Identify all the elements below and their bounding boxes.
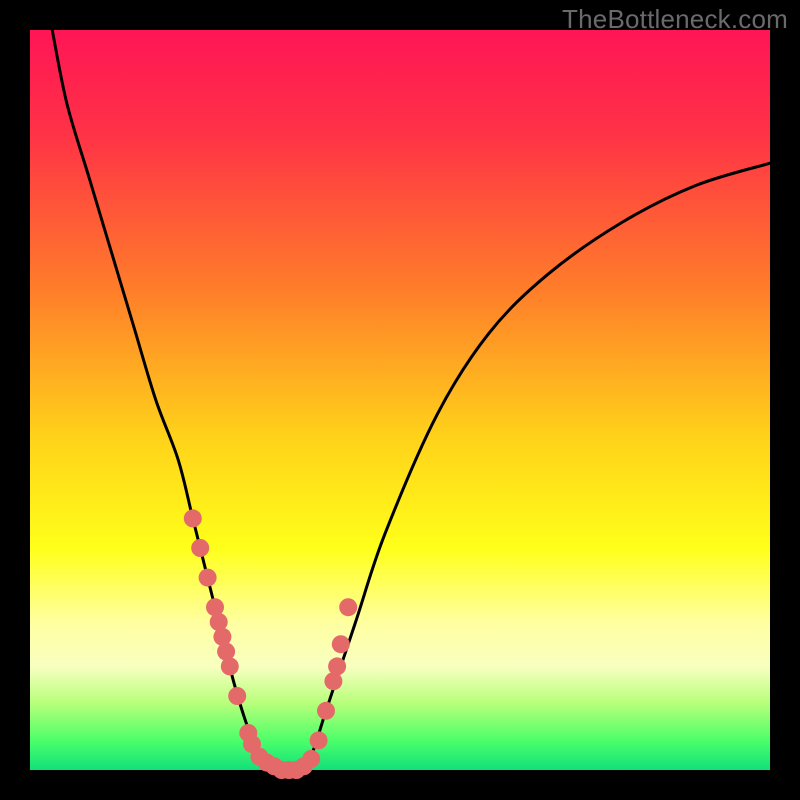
marker-point	[191, 539, 209, 557]
marker-point	[302, 750, 320, 768]
marker-point	[221, 657, 239, 675]
marker-point	[228, 687, 246, 705]
curve-overlay	[30, 30, 770, 770]
marker-point	[310, 731, 328, 749]
marker-point	[199, 569, 217, 587]
marker-point	[184, 509, 202, 527]
marker-point	[339, 598, 357, 616]
marker-point	[332, 635, 350, 653]
bottleneck-curve	[52, 30, 770, 771]
outer-frame: TheBottleneck.com	[0, 0, 800, 800]
marker-point	[328, 657, 346, 675]
marker-group	[184, 509, 357, 779]
marker-point	[317, 702, 335, 720]
